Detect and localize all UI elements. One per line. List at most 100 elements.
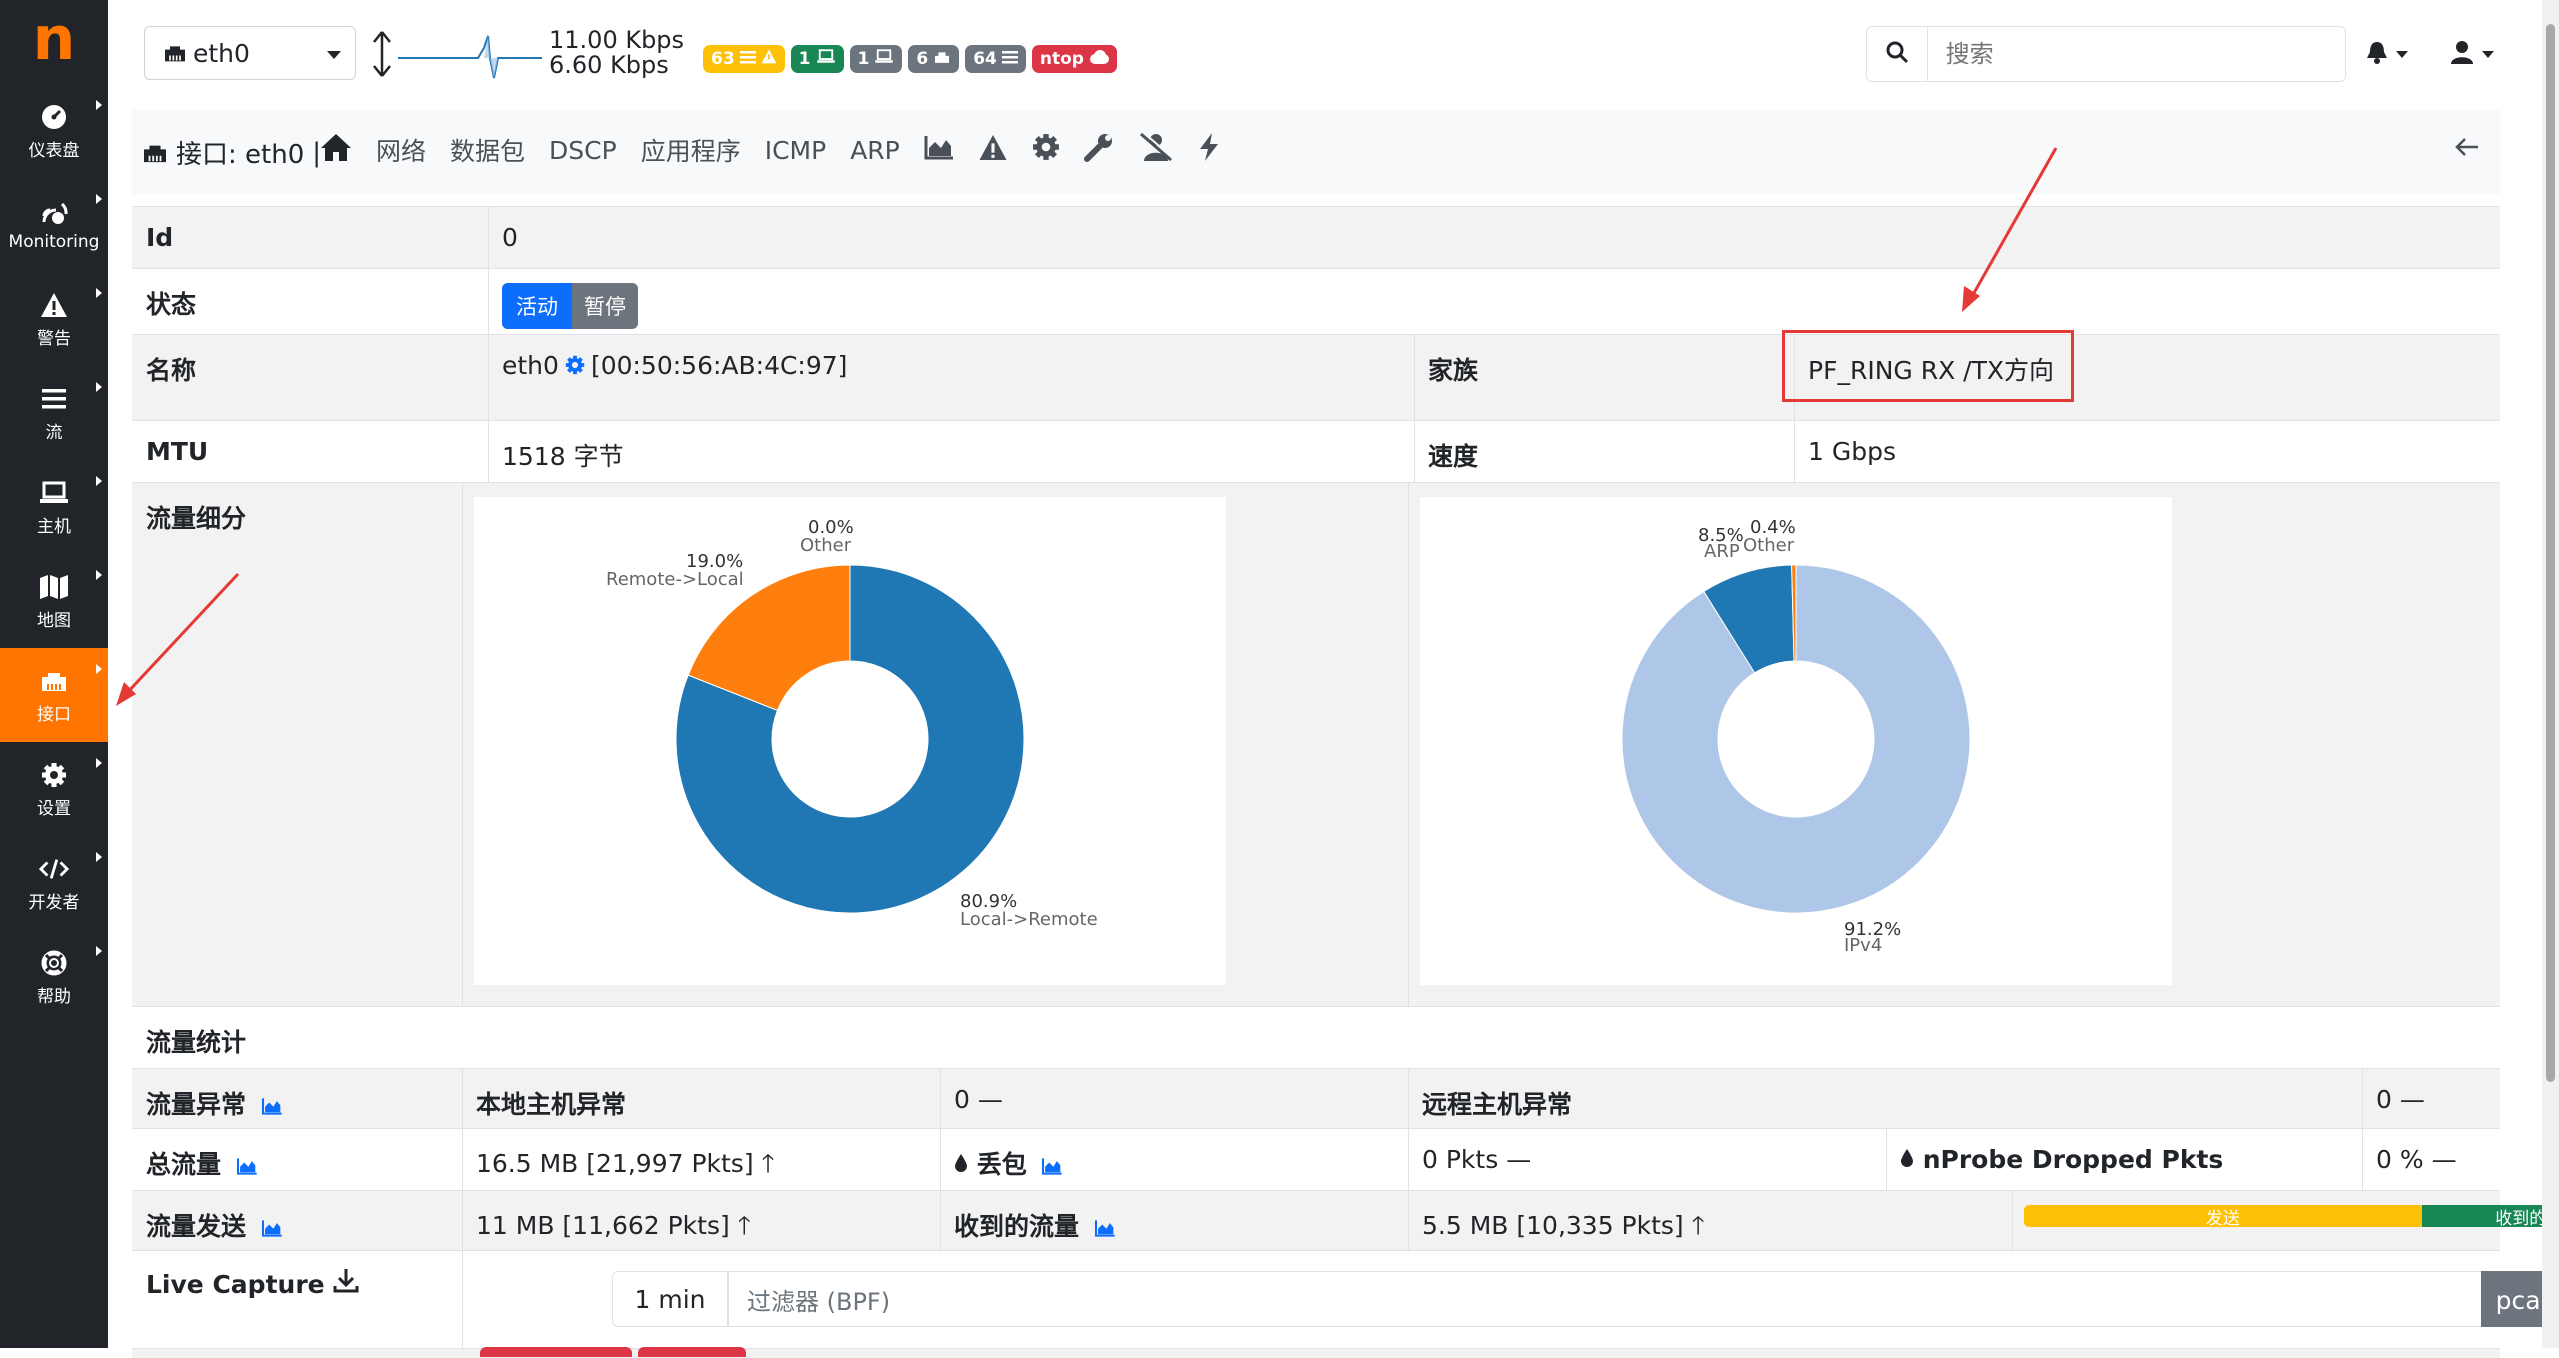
pie2-other-label: Other	[1743, 535, 1795, 556]
area-chart-icon[interactable]	[1041, 1152, 1063, 1181]
sidebar-item-label: 地图	[37, 610, 71, 631]
sidebar-item-flows[interactable]: 流	[0, 366, 108, 460]
chevron-right-icon	[96, 476, 102, 486]
sent-value: 11 MB [11,662 Pkts] 🡑	[462, 1191, 765, 1250]
dash-icon: —	[2399, 1085, 2425, 1114]
flows-badge[interactable]: 64	[965, 45, 1026, 73]
search-button[interactable]	[1867, 27, 1928, 81]
badge-count: 64	[973, 49, 997, 69]
table-row: Live Capture 1 min 过滤器 (BPF) pcap下载	[132, 1250, 2559, 1348]
chevron-right-icon	[96, 194, 102, 204]
bolt-icon[interactable]	[1198, 132, 1220, 168]
gauge-icon	[39, 102, 69, 132]
area-chart-icon[interactable]	[261, 1214, 283, 1243]
sidebar-item-dashboard[interactable]: 仪表盘	[0, 84, 108, 178]
table-row: 状态 活动 暂停	[132, 268, 2500, 334]
tab-dscp[interactable]: DSCP	[549, 136, 617, 165]
devices-badge[interactable]: 6	[908, 45, 960, 73]
protocol-pie-chart: 0.4% Other 8.5% ARP 91.2% IPv4	[1420, 497, 2172, 985]
recv-value-text: 5.5 MB [10,335 Pkts]	[1422, 1211, 1684, 1240]
ntop-cloud-badge[interactable]: ntop	[1031, 45, 1117, 73]
traffic-sparkline	[398, 32, 542, 86]
notifications-menu[interactable]	[2366, 40, 2408, 68]
logo-letter: n	[32, 4, 76, 74]
ethernet-icon	[163, 43, 187, 63]
tab-icmp[interactable]: ICMP	[765, 136, 826, 165]
local-anomaly-label: 本地主机异常	[476, 1090, 627, 1119]
badge-count: 63	[711, 49, 735, 69]
pie1-remote-local-label: Remote->Local	[606, 569, 744, 590]
area-chart-icon[interactable]	[261, 1092, 283, 1121]
sent-recv-progress: 发送 收到的	[2024, 1205, 2559, 1227]
cloud-icon	[1089, 49, 1109, 69]
speed-value: 1 Gbps	[1808, 437, 1896, 466]
area-chart-icon[interactable]	[1094, 1214, 1116, 1243]
user-slash-icon[interactable]	[1138, 131, 1174, 168]
bpf-filter-input[interactable]: 过滤器 (BPF)	[728, 1271, 2488, 1327]
wrench-icon[interactable]	[1083, 132, 1114, 168]
gear-icon[interactable]	[565, 355, 585, 375]
speed-label: 速度	[1428, 442, 1479, 471]
area-chart-icon[interactable]	[924, 134, 954, 166]
warning-icon[interactable]	[978, 134, 1008, 167]
arrow-up-icon: 🡑	[761, 1149, 775, 1178]
local-hosts-badge[interactable]: 1	[790, 45, 844, 73]
local-anomaly-count: 0	[954, 1085, 970, 1114]
user-menu[interactable]	[2450, 40, 2494, 68]
status-badges: 63 1 1 6 64 ntop	[703, 45, 1117, 73]
sidebar-item-alerts[interactable]: 警告	[0, 272, 108, 366]
state-toggle: 活动 暂停	[488, 269, 652, 334]
alerts-badge[interactable]: 63	[703, 45, 785, 73]
action-button-partial[interactable]	[638, 1347, 746, 1357]
bell-icon	[2366, 40, 2388, 68]
nprobe-value-text: 0 %	[2376, 1145, 2424, 1174]
pie1-local-remote-label: Local->Remote	[960, 909, 1098, 930]
drop-icon	[1900, 1145, 1914, 1174]
badge-count: 6	[916, 49, 929, 69]
back-arrow-icon[interactable]	[2454, 136, 2480, 162]
ntop-logo[interactable]: n	[0, 0, 108, 84]
home-icon[interactable]	[320, 132, 352, 168]
remote-anomaly-label: 远程主机异常	[1422, 1090, 1573, 1119]
scrollbar-thumb[interactable]	[2546, 24, 2555, 1082]
local-anomaly-value: 0 —	[940, 1069, 1017, 1128]
breakdown-label: 流量细分	[146, 504, 247, 533]
gear-icon	[39, 760, 69, 790]
total-label-text: 总流量	[146, 1150, 222, 1179]
tab-packets[interactable]: 数据包	[450, 132, 525, 168]
action-button-partial[interactable]	[480, 1347, 632, 1357]
tab-networks[interactable]: 网络	[376, 132, 426, 168]
state-pause-button[interactable]: 暂停	[572, 283, 638, 329]
recv-label: 收到的流量	[940, 1191, 1130, 1250]
dash-icon: —	[977, 1085, 1003, 1114]
search-input[interactable]	[1927, 39, 2345, 69]
state-button-group: 活动 暂停	[502, 283, 638, 329]
sidebar-item-interfaces[interactable]: 接口	[0, 648, 108, 742]
gear-icon[interactable]	[1032, 133, 1060, 167]
page-title: 接口: eth0 |	[142, 134, 321, 171]
capture-duration-select[interactable]: 1 min	[612, 1271, 728, 1327]
state-active-button[interactable]: 活动	[502, 283, 572, 329]
sidebar-item-maps[interactable]: 地图	[0, 554, 108, 648]
interface-navbar: 接口: eth0 | 网络 数据包 DSCP 应用程序 ICMP ARP	[132, 110, 2500, 194]
pie2-ipv4-label: IPv4	[1844, 935, 1883, 956]
sidebar-item-monitoring[interactable]: Monitoring	[0, 178, 108, 272]
monitoring-icon	[39, 198, 69, 228]
table-row: 流量统计	[132, 1006, 2500, 1068]
sidebar-item-developer[interactable]: 开发者	[0, 836, 108, 930]
sidebar-item-hosts[interactable]: 主机	[0, 460, 108, 554]
chevron-right-icon	[96, 664, 102, 674]
sidebar-item-settings[interactable]: 设置	[0, 742, 108, 836]
remote-hosts-badge[interactable]: 1	[849, 45, 903, 73]
area-chart-icon[interactable]	[236, 1152, 258, 1181]
drops-value: 0 Pkts —	[1408, 1129, 1545, 1190]
tab-applications[interactable]: 应用程序	[641, 132, 741, 168]
interface-select[interactable]: eth0	[144, 26, 356, 80]
page-scrollbar[interactable]	[2542, 0, 2559, 1348]
mac-address: [00:50:56:AB:4C:97]	[590, 351, 848, 380]
sidebar-item-help[interactable]: 帮助	[0, 930, 108, 1024]
chevron-right-icon	[96, 570, 102, 580]
sidebar-item-label: 主机	[37, 516, 71, 537]
total-label: 总流量	[132, 1129, 272, 1190]
tab-arp[interactable]: ARP	[850, 136, 900, 165]
